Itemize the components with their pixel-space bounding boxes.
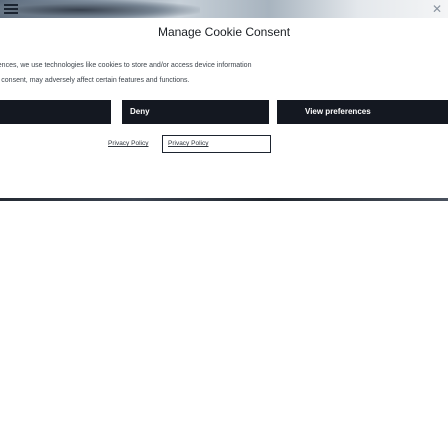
- close-icon[interactable]: ✕: [432, 2, 442, 16]
- consent-body-line: ing consent, may adversely affect certai…: [0, 77, 190, 84]
- cookie-consent-dialog: Manage Cookie Consent eriences, we use t…: [0, 18, 448, 190]
- consent-body-line: eriences, we use technologies like cooki…: [0, 62, 252, 69]
- page-content-area: [0, 201, 448, 448]
- consent-button-row: Deny View preferences: [0, 100, 448, 124]
- privacy-policy-link[interactable]: Privacy Policy: [108, 140, 148, 147]
- view-preferences-button[interactable]: View preferences: [277, 100, 448, 124]
- consent-title: Manage Cookie Consent: [157, 25, 291, 39]
- accept-button[interactable]: [0, 100, 111, 124]
- privacy-policy-link-focused[interactable]: Privacy Policy: [168, 140, 208, 147]
- header-background-image: [0, 0, 200, 18]
- consent-body-text: eriences, we use technologies like cooki…: [0, 58, 448, 88]
- background-header: ✕: [0, 0, 448, 18]
- hamburger-menu-icon[interactable]: [4, 4, 18, 14]
- deny-button[interactable]: Deny: [122, 100, 269, 124]
- consent-links: Privacy Policy Privacy Policy: [0, 135, 448, 155]
